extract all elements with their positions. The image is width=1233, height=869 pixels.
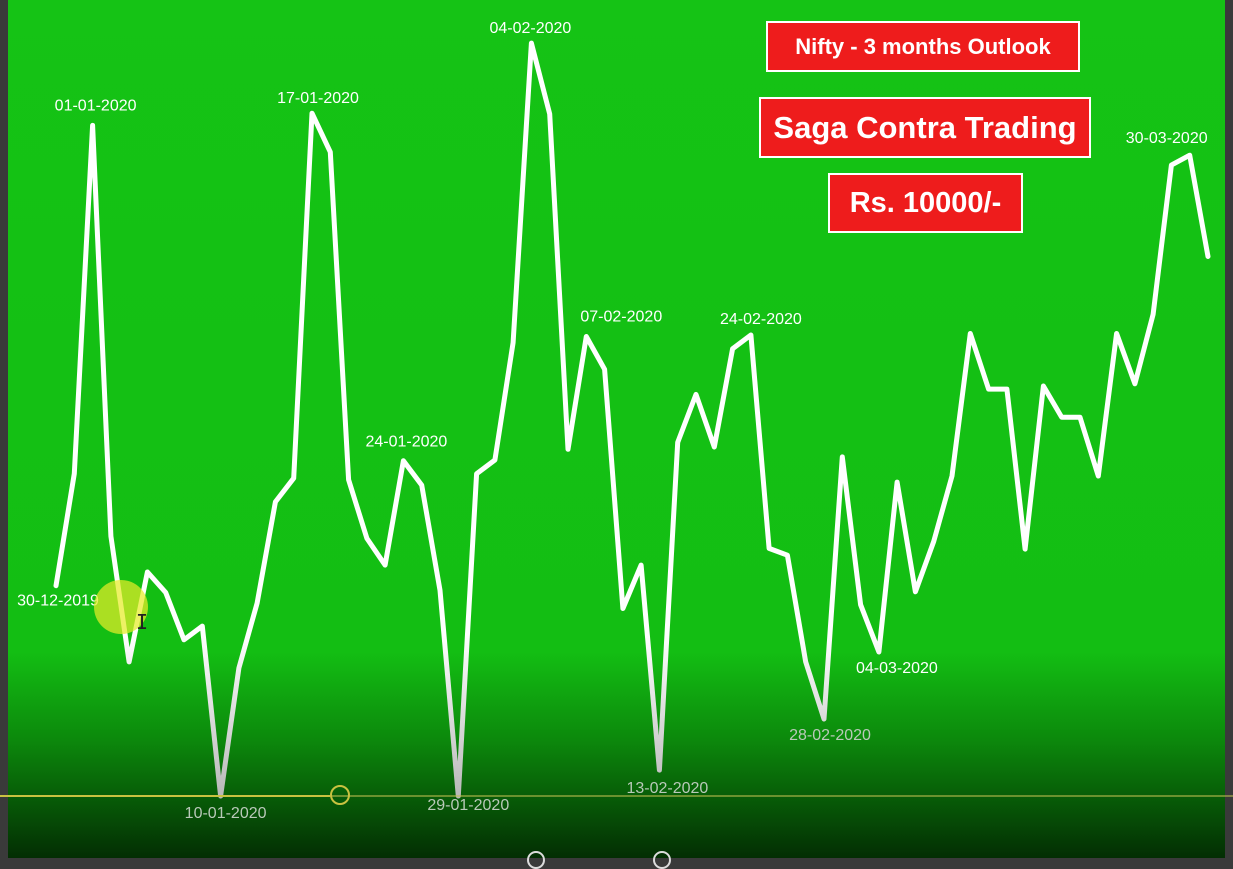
brand-name-badge: Saga Contra Trading	[759, 97, 1091, 158]
date-label: 24-01-2020	[365, 434, 447, 451]
date-label: 10-01-2020	[185, 805, 267, 822]
date-label: 30-12-2019	[17, 593, 99, 610]
date-label: 01-01-2020	[55, 97, 137, 114]
date-label: 30-03-2020	[1126, 130, 1208, 147]
date-label: 28-02-2020	[789, 727, 871, 744]
video-progress	[0, 795, 330, 797]
seek-handle[interactable]	[330, 785, 350, 805]
outlook-title-badge: Nifty - 3 months Outlook	[766, 21, 1080, 72]
date-label: 29-01-2020	[427, 797, 509, 814]
date-label: 04-03-2020	[856, 660, 938, 677]
rewind-icon[interactable]	[527, 851, 545, 869]
forward-icon[interactable]	[653, 851, 671, 869]
date-label: 17-01-2020	[277, 90, 359, 107]
price-badge: Rs. 10000/-	[828, 173, 1023, 233]
video-frame: 30-12-2019 01-01-2020 10-01-2020 17-01-2020…	[0, 0, 1233, 869]
text-cursor-icon: I	[136, 610, 149, 634]
date-label: 24-02-2020	[720, 311, 802, 328]
date-label: 07-02-2020	[580, 309, 662, 326]
date-label: 04-02-2020	[489, 20, 571, 37]
